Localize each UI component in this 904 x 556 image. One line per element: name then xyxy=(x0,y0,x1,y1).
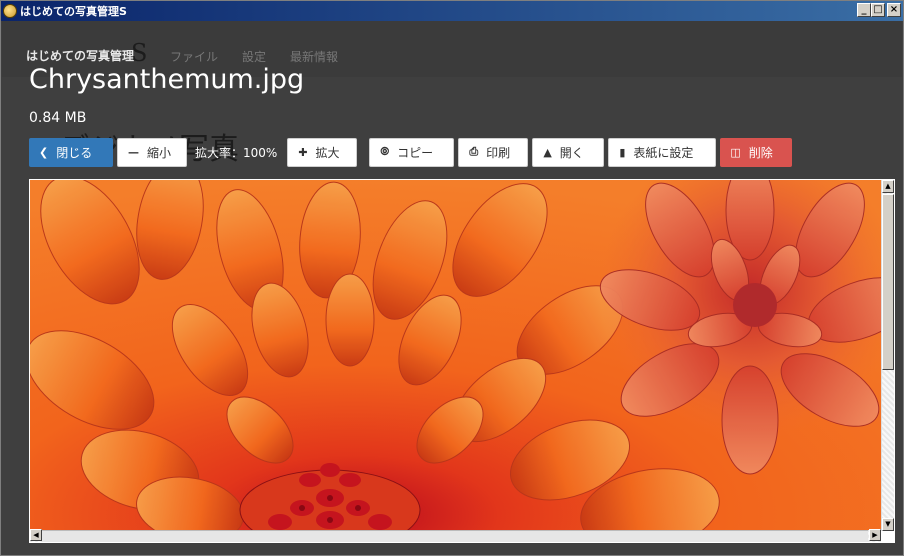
print-icon: ⎙ xyxy=(469,145,479,158)
menu-item-settings[interactable]: 設定 xyxy=(242,48,266,65)
brand-link[interactable]: はじめての写真管理 xyxy=(26,47,134,64)
photo-image xyxy=(30,180,881,533)
zoom-out-label: 縮小 xyxy=(147,145,172,160)
scroll-up-arrow[interactable]: ▲ xyxy=(882,180,894,193)
vertical-scrollbar[interactable]: ▲ ▼ xyxy=(881,180,894,531)
window-title: はじめての写真管理S xyxy=(20,5,127,18)
app-icon xyxy=(3,4,17,18)
horizontal-scroll-thumb[interactable] xyxy=(42,530,868,542)
chevron-left-icon: ❮ xyxy=(39,145,49,159)
minimize-button[interactable]: _ xyxy=(857,3,871,17)
file-size: 0.84 MB xyxy=(29,110,87,126)
title-bar[interactable]: はじめての写真管理S _ □ × xyxy=(1,1,903,21)
window-controls: _ □ × xyxy=(857,3,901,17)
main-menu: ファイル 設定 最新情報 xyxy=(170,48,338,65)
copy-icon: ⦾ xyxy=(380,145,390,158)
set-cover-button[interactable]: ▮ 表紙に設定 xyxy=(608,137,717,167)
close-button[interactable]: ❮ 閉じる xyxy=(29,137,113,167)
zoom-out-button[interactable]: — 縮小 xyxy=(117,137,187,167)
file-name: Chrysanthemum.jpg xyxy=(29,64,305,95)
copy-button[interactable]: ⦾ コピー xyxy=(369,137,455,167)
print-label: 印刷 xyxy=(486,145,511,160)
open-label: 開く xyxy=(559,145,584,160)
scroll-right-arrow[interactable]: ▶ xyxy=(869,529,881,541)
zoom-in-label: 拡大 xyxy=(315,145,340,160)
plus-icon: ✚ xyxy=(298,145,308,159)
minus-icon: — xyxy=(128,145,139,159)
zoom-in-button[interactable]: ✚ 拡大 xyxy=(287,137,358,167)
delete-button[interactable]: ◫ 削除 xyxy=(720,137,793,167)
bookmark-icon: ▮ xyxy=(619,145,626,159)
photo-toolbar: ❮ 閉じる — 縮小 拡大率：100% ✚ 拡大 ⦾ コピー ⎙ 印刷 ▲ 開く xyxy=(29,137,793,167)
horizontal-scrollbar[interactable]: ◀ ▶ xyxy=(30,529,881,542)
delete-label: 削除 xyxy=(748,145,773,160)
close-window-button[interactable]: × xyxy=(887,3,901,17)
menu-item-file[interactable]: ファイル xyxy=(170,48,218,65)
close-label: 閉じる xyxy=(56,145,93,160)
trash-icon: ◫ xyxy=(730,145,741,159)
menu-item-news[interactable]: 最新情報 xyxy=(290,48,338,65)
scroll-down-arrow[interactable]: ▼ xyxy=(882,518,894,531)
app-window: はじめての写真管理S _ □ × はじめての写真管理 ファイル 設定 最新情報 … xyxy=(0,0,904,556)
maximize-button[interactable]: □ xyxy=(871,3,885,17)
print-button[interactable]: ⎙ 印刷 xyxy=(458,137,529,167)
copy-label: コピー xyxy=(397,145,434,160)
brand-ghost-text: S xyxy=(131,39,148,67)
open-button[interactable]: ▲ 開く xyxy=(532,137,605,167)
scroll-left-arrow[interactable]: ◀ xyxy=(30,529,42,541)
vertical-scroll-thumb[interactable] xyxy=(882,194,894,370)
upload-icon: ▲ xyxy=(543,145,552,159)
cover-label: 表紙に設定 xyxy=(633,145,694,160)
photo-viewer[interactable]: ▲ ▼ ◀ ▶ xyxy=(29,179,895,543)
zoom-level: 拡大率：100% xyxy=(195,145,278,160)
